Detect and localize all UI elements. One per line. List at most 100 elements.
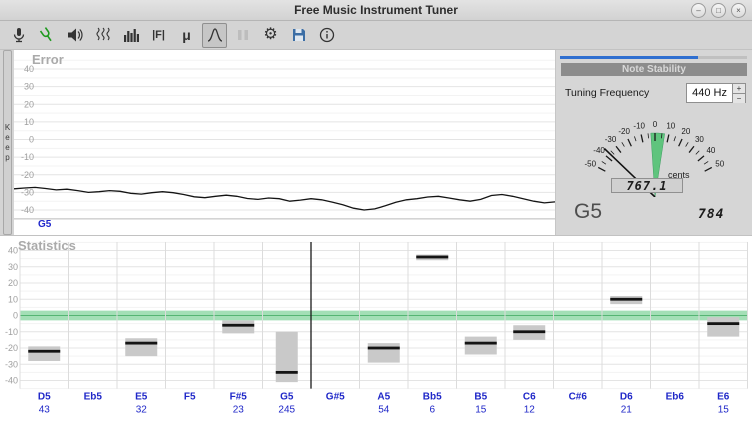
note-stability-panel: Note Stability Tuning Frequency 440 Hz +…: [555, 50, 752, 235]
note-error-range: [707, 317, 739, 337]
stability-progress: [560, 56, 747, 59]
gauge-tick-label: 10: [666, 122, 675, 131]
microphone-button[interactable]: [6, 23, 31, 48]
note-label: D6: [620, 392, 633, 403]
tuning-fork-icon: [38, 26, 56, 44]
speaker-icon: [66, 26, 84, 44]
fourier-button[interactable]: |F|: [146, 23, 171, 48]
app-window: Free Music Instrument Tuner – □ × |F| μ: [0, 0, 752, 423]
microphone-icon: [10, 26, 28, 44]
note-error-median: [276, 371, 298, 374]
gear-icon: ⚙: [263, 27, 277, 43]
note-label: E6: [717, 392, 730, 403]
stats-y-tick: -30: [5, 359, 18, 369]
gauge-tick-label: -50: [584, 159, 596, 168]
pause-button[interactable]: [230, 23, 255, 48]
about-button[interactable]: [314, 23, 339, 48]
stats-y-tick: 10: [8, 294, 18, 304]
note-count: 15: [475, 405, 487, 416]
note-error-range: [125, 338, 157, 356]
note-label: F#5: [230, 392, 248, 403]
gauge-tick-label: -10: [633, 122, 645, 131]
minimize-icon: –: [696, 6, 700, 15]
gaussian-curve-icon: [206, 26, 224, 44]
error-y-tick: -40: [21, 205, 34, 215]
statistics-panel: 403020100-10-20-30-40D543Eb5E532F5F#523G…: [0, 235, 752, 422]
close-button[interactable]: ×: [731, 3, 746, 18]
tuning-fork-button[interactable]: [34, 23, 59, 48]
note-error-median: [465, 342, 497, 345]
mean-button[interactable]: μ: [174, 23, 199, 48]
error-y-tick: -20: [21, 170, 34, 180]
speaker-button[interactable]: [62, 23, 87, 48]
note-label: Eb5: [84, 392, 103, 403]
note-count: 43: [39, 405, 51, 416]
frequency-increment-button[interactable]: +: [733, 84, 745, 94]
maximize-button[interactable]: □: [711, 3, 726, 18]
stats-y-tick: 20: [8, 278, 18, 288]
measured-frequency-readout: 767.1: [611, 178, 683, 193]
note-label: F5: [184, 392, 196, 403]
main-area: Keep 403020100-10-20-30-40 Error G5 Note…: [0, 50, 752, 235]
note-error-median: [125, 342, 157, 345]
error-panel: 403020100-10-20-30-40 Error G5: [14, 50, 555, 235]
histogram-button[interactable]: [118, 23, 143, 48]
note-error-range: [276, 332, 298, 382]
note-error-range: [368, 343, 400, 363]
error-y-tick: -10: [21, 152, 34, 162]
settings-button[interactable]: ⚙: [258, 23, 283, 48]
note-error-median: [222, 324, 254, 327]
pause-icon: [234, 26, 252, 44]
note-error-range: [28, 346, 60, 361]
error-plot-svg: 403020100-10-20-30-40: [14, 50, 555, 235]
info-icon: [318, 26, 336, 44]
note-error-median: [416, 256, 448, 259]
window-title: Free Music Instrument Tuner: [294, 3, 458, 17]
note-error-median: [707, 322, 739, 325]
keep-label: Keep: [3, 123, 12, 163]
gaussian-button[interactable]: [202, 23, 227, 48]
note-count: 23: [233, 405, 245, 416]
error-current-note: G5: [38, 219, 51, 230]
error-y-tick: -30: [21, 187, 34, 197]
stats-y-tick: -20: [5, 343, 18, 353]
gauge-tick-label: 20: [681, 127, 690, 136]
keep-button[interactable]: Keep: [3, 50, 12, 235]
error-y-tick: 30: [24, 82, 34, 92]
note-label: G#5: [326, 392, 345, 403]
save-icon: [290, 26, 308, 44]
stats-y-tick: -10: [5, 327, 18, 337]
note-label: C6: [523, 392, 536, 403]
stats-y-tick: 0: [13, 311, 18, 321]
window-controls: – □ ×: [691, 3, 746, 18]
error-y-tick: 20: [24, 99, 34, 109]
minimize-button[interactable]: –: [691, 3, 706, 18]
note-error-median: [513, 330, 545, 333]
gauge-tick-label: 50: [715, 159, 724, 168]
note-stability-header: Note Stability: [561, 63, 747, 76]
fourier-icon: |F|: [152, 29, 165, 41]
gauge-tick-label: 30: [695, 135, 704, 144]
error-y-tick: 0: [29, 135, 34, 145]
titlebar: Free Music Instrument Tuner – □ ×: [0, 0, 752, 21]
gauge-tick-label: -20: [618, 127, 630, 136]
note-count: 32: [136, 405, 148, 416]
gauge-tick-label: 40: [706, 146, 715, 155]
note-label: Bb5: [423, 392, 442, 403]
note-count: 12: [524, 405, 536, 416]
waveform-icon: [94, 26, 112, 44]
note-error-median: [368, 347, 400, 350]
error-y-tick: 10: [24, 117, 34, 127]
stability-progress-fill: [560, 56, 698, 59]
mu-icon: μ: [182, 27, 191, 43]
stats-y-tick: 30: [8, 262, 18, 272]
note-label: A5: [377, 392, 390, 403]
waveform-button[interactable]: [90, 23, 115, 48]
stats-y-tick: 40: [8, 246, 18, 256]
gauge-tick-label: -40: [593, 146, 605, 155]
gauge-tick-label: 0: [653, 120, 658, 129]
save-button[interactable]: [286, 23, 311, 48]
stats-y-tick: -40: [5, 376, 18, 386]
note-count: 6: [429, 405, 435, 416]
note-count: 245: [278, 405, 295, 416]
